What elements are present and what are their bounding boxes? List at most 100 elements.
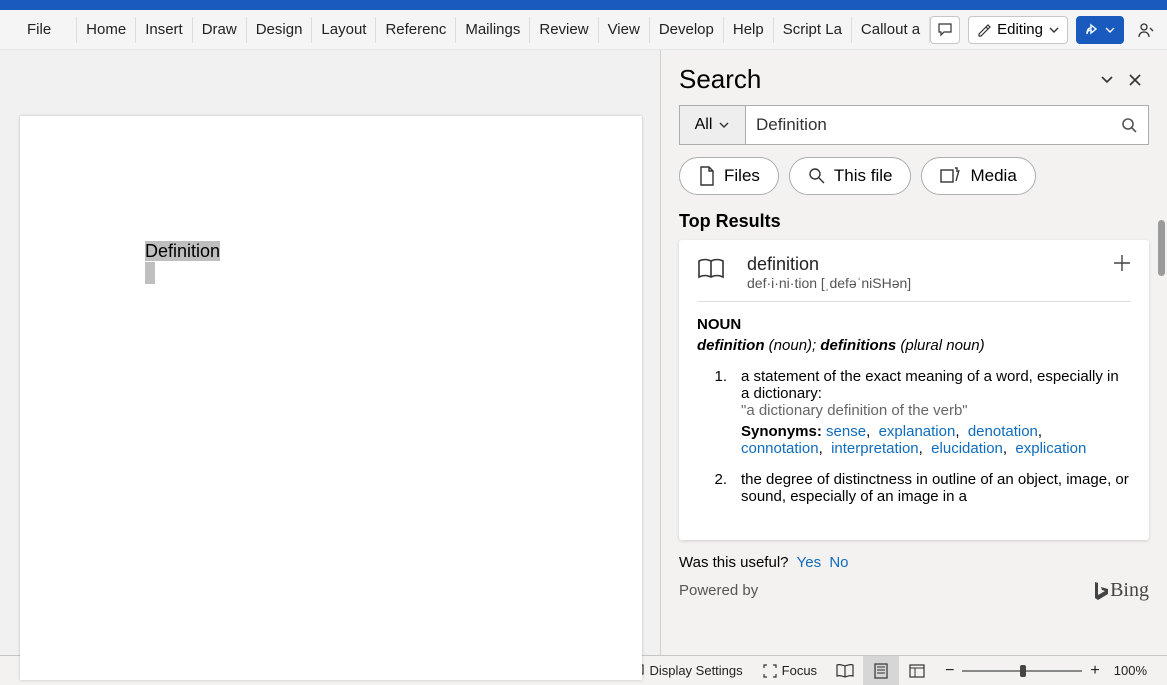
tab-help[interactable]: Help [724, 17, 774, 43]
tab-layout[interactable]: Layout [312, 17, 376, 43]
definition-card: definition def·i·ni·tion [ˌdefəˈniSHən] … [679, 240, 1149, 540]
feedback-row: Was this useful? Yes No [661, 540, 1167, 575]
expand-card-button[interactable] [1113, 254, 1131, 291]
sense-number: 2. [697, 471, 741, 505]
search-file-icon [808, 167, 826, 185]
search-scope-dropdown[interactable]: All [679, 105, 745, 145]
pane-title: Search [679, 64, 1093, 95]
tab-home[interactable]: Home [76, 17, 136, 43]
chip-label: Media [970, 166, 1016, 186]
person-icon [1136, 20, 1156, 40]
tab-developer[interactable]: Develop [650, 17, 724, 43]
view-print-layout[interactable] [863, 656, 899, 685]
search-input[interactable] [756, 115, 1120, 135]
share-icon [1085, 23, 1099, 37]
pencil-icon [977, 23, 991, 37]
synonyms-label: Synonyms: [741, 423, 822, 440]
document-area[interactable]: Definition [0, 50, 660, 655]
sense-item: 1. a statement of the exact meaning of a… [697, 368, 1131, 457]
word-forms: definition (noun); definitions (plural n… [697, 337, 1131, 354]
dictionary-icon [697, 254, 731, 291]
search-scope-label: All [695, 116, 713, 134]
zoom-slider[interactable] [962, 670, 1082, 672]
editing-mode-button[interactable]: Editing [968, 16, 1068, 44]
sense-example: "a dictionary definition of the verb" [741, 402, 1131, 419]
synonym-link[interactable]: explication [1015, 440, 1086, 457]
focus-icon [763, 664, 777, 678]
sense-item: 2. the degree of distinctness in outline… [697, 471, 1131, 505]
file-icon [698, 166, 716, 186]
selected-text[interactable]: Definition [145, 241, 220, 261]
view-web-layout[interactable] [899, 656, 935, 685]
zoom-in-button[interactable]: + [1090, 662, 1099, 680]
view-read-mode[interactable] [827, 656, 863, 685]
zoom-level[interactable]: 100% [1114, 663, 1147, 678]
comments-button[interactable] [930, 16, 960, 44]
page-icon [874, 663, 888, 679]
tab-design[interactable]: Design [247, 17, 313, 43]
pronunciation: def·i·ni·tion [ˌdefəˈniSHən] [747, 275, 911, 291]
tab-review[interactable]: Review [530, 17, 598, 43]
synonyms: Synonyms: sense, explanation, denotation… [741, 423, 1131, 457]
plus-icon [1113, 254, 1131, 272]
top-results-heading: Top Results [661, 201, 1167, 240]
close-icon [1128, 73, 1142, 87]
selection-trail [145, 262, 155, 284]
zoom-thumb[interactable] [1020, 665, 1026, 677]
bing-icon [1092, 581, 1108, 601]
book-icon [836, 664, 854, 678]
synonym-link[interactable]: interpretation [831, 440, 919, 457]
tab-insert[interactable]: Insert [136, 17, 193, 43]
sense-definition: the degree of distinctness in outline of… [741, 471, 1131, 505]
ribbon: File Home Insert Draw Design Layout Refe… [0, 10, 1167, 50]
filter-chip-media[interactable]: Media [921, 157, 1035, 195]
tab-view[interactable]: View [599, 17, 650, 43]
media-icon [940, 167, 962, 185]
chevron-down-icon [1100, 73, 1114, 87]
zoom-out-button[interactable]: − [945, 662, 954, 680]
chevron-down-icon [1049, 25, 1059, 35]
comment-icon [937, 22, 953, 38]
synonym-link[interactable]: connotation [741, 440, 819, 457]
filter-chip-thisfile[interactable]: This file [789, 157, 912, 195]
feedback-prompt: Was this useful? [679, 554, 789, 571]
synonym-link[interactable]: elucidation [931, 440, 1003, 457]
view-switcher [827, 656, 935, 685]
focus-button[interactable]: Focus [753, 661, 827, 680]
workspace: Definition Search All Fi [0, 50, 1167, 655]
account-button[interactable] [1132, 20, 1160, 40]
zoom-control: − + 100% [935, 662, 1157, 680]
powered-by-label: Powered by [679, 582, 758, 599]
share-button[interactable] [1076, 16, 1124, 44]
chip-label: This file [834, 166, 893, 186]
search-box[interactable] [745, 105, 1149, 145]
tab-draw[interactable]: Draw [193, 17, 247, 43]
bing-logo[interactable]: Bing [1092, 579, 1149, 602]
synonym-link[interactable]: sense [826, 423, 866, 440]
editing-mode-label: Editing [997, 21, 1043, 38]
senses-list: 1. a statement of the exact meaning of a… [697, 368, 1131, 505]
pane-options-button[interactable] [1093, 66, 1121, 94]
tab-file[interactable]: File [18, 17, 60, 43]
headword: definition [747, 254, 911, 275]
synonym-link[interactable]: denotation [968, 423, 1038, 440]
web-icon [909, 664, 925, 678]
tab-references[interactable]: Referenc [376, 17, 456, 43]
pane-close-button[interactable] [1121, 66, 1149, 94]
search-icon[interactable] [1120, 116, 1138, 134]
sense-definition: a statement of the exact meaning of a wo… [741, 368, 1131, 402]
search-pane: Search All Files [660, 50, 1167, 655]
filter-chip-files[interactable]: Files [679, 157, 779, 195]
chevron-down-icon [1105, 25, 1115, 35]
tab-mailings[interactable]: Mailings [456, 17, 530, 43]
sense-number: 1. [697, 368, 741, 457]
tab-scriptlab[interactable]: Script La [774, 17, 852, 43]
part-of-speech: NOUN [697, 316, 1131, 333]
synonym-link[interactable]: explanation [879, 423, 956, 440]
tab-callout[interactable]: Callout a [852, 17, 930, 43]
title-bar [0, 0, 1167, 10]
scrollbar-thumb[interactable] [1158, 220, 1165, 276]
feedback-no-link[interactable]: No [829, 554, 848, 571]
feedback-yes-link[interactable]: Yes [797, 554, 821, 571]
document-page[interactable]: Definition [20, 116, 642, 680]
